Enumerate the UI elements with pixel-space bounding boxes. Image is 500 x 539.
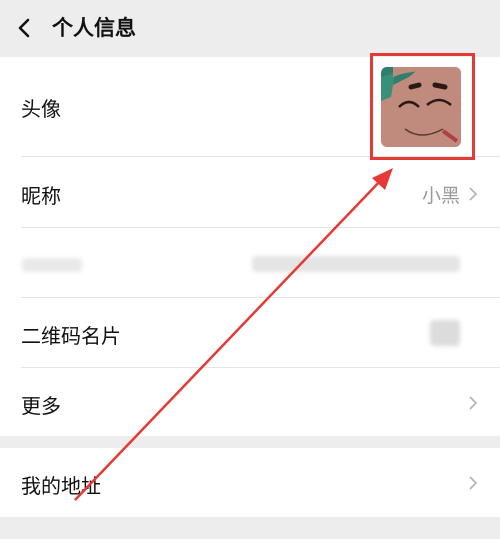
hidden-info-row[interactable]: [0, 228, 500, 298]
nickname-row[interactable]: 昵称 小黑: [0, 158, 500, 228]
chevron-left-icon: [18, 18, 30, 38]
address-label: 我的地址: [21, 474, 101, 498]
avatar-label: 头像: [21, 97, 61, 121]
back-button[interactable]: [10, 12, 42, 44]
chevron-right-icon: [469, 187, 478, 201]
qr-label: 二维码名片: [21, 324, 121, 348]
avatar-highlight-box: [370, 53, 475, 160]
nickname-label: 昵称: [21, 184, 61, 208]
page-title: 个人信息: [52, 16, 136, 40]
more-label: 更多: [21, 394, 61, 418]
qr-code-row[interactable]: 二维码名片: [0, 298, 500, 368]
chevron-right-icon: [469, 396, 478, 410]
more-row[interactable]: 更多: [0, 368, 500, 436]
qr-code-icon: [430, 320, 460, 346]
blurred-label: [22, 258, 82, 272]
top-bar: 个人信息: [0, 0, 500, 56]
chevron-right-icon: [469, 476, 478, 490]
blurred-value: [252, 256, 460, 272]
address-row[interactable]: 我的地址: [0, 448, 500, 517]
nickname-value: 小黑: [421, 185, 460, 207]
